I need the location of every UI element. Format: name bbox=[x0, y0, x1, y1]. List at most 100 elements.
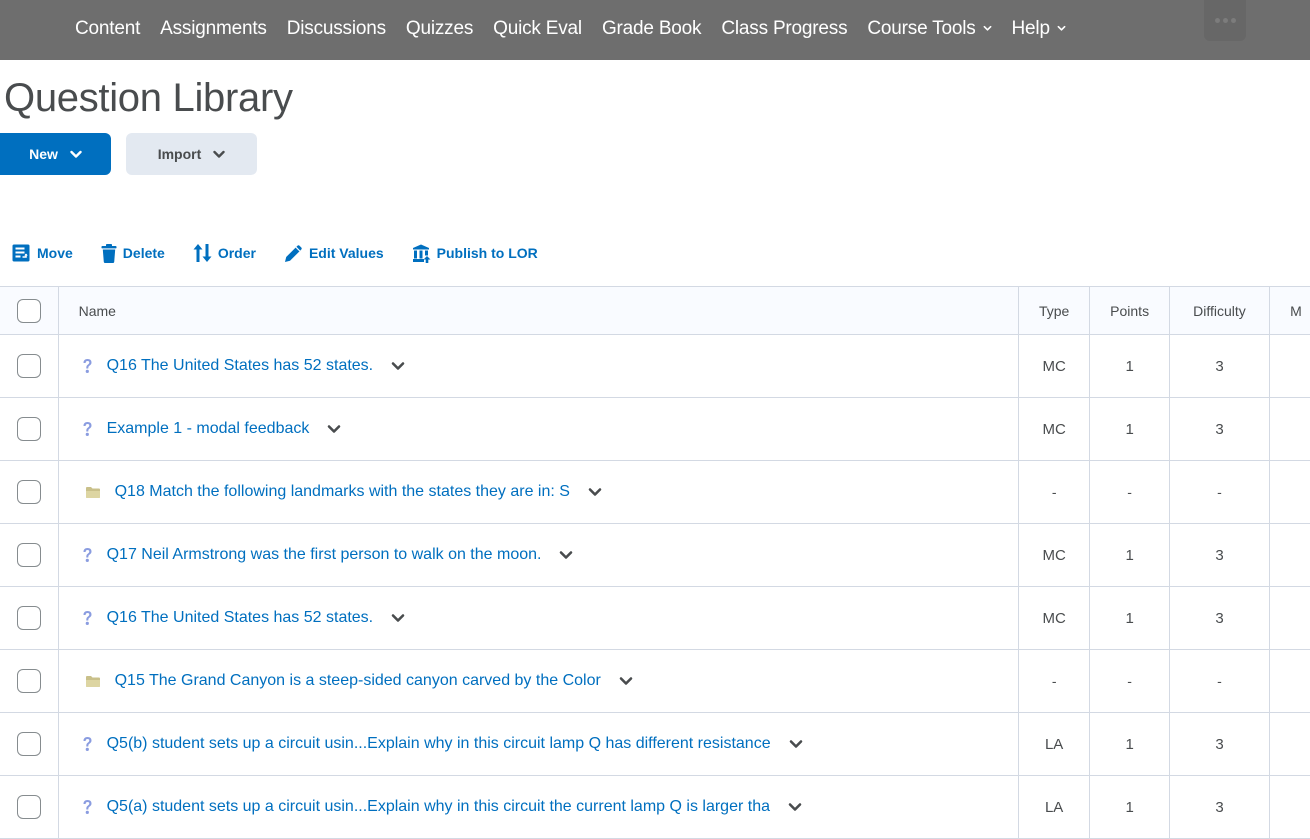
points-cell: 1 bbox=[1090, 335, 1170, 397]
chevron-down-icon[interactable] bbox=[327, 424, 341, 434]
edit-values-button[interactable]: Edit Values bbox=[284, 244, 384, 263]
select-all-checkbox[interactable] bbox=[16, 298, 41, 323]
chevron-down-icon[interactable] bbox=[588, 487, 602, 497]
move-icon bbox=[12, 244, 30, 262]
page-title: Question Library bbox=[4, 76, 293, 120]
row-select-cell bbox=[0, 587, 59, 649]
row-checkbox[interactable] bbox=[16, 354, 41, 378]
sort-arrows-icon bbox=[193, 244, 212, 262]
nav-item-grade-book[interactable]: Grade Book bbox=[601, 17, 702, 40]
more-cell bbox=[1270, 650, 1310, 712]
chevron-down-icon[interactable] bbox=[619, 676, 633, 686]
more-nav-button[interactable] bbox=[1204, 0, 1246, 41]
more-cell bbox=[1270, 398, 1310, 460]
table-body: Q16 The United States has 52 states. MC 1 3… bbox=[0, 335, 1310, 839]
order-button[interactable]: Order bbox=[193, 243, 256, 263]
nav-item-content[interactable]: Content bbox=[75, 18, 140, 40]
table-row: Q5(b) student sets up a circuit usin...E… bbox=[0, 713, 1310, 776]
library-publish-icon bbox=[412, 244, 431, 263]
row-checkbox[interactable] bbox=[16, 417, 41, 441]
points-cell: 1 bbox=[1090, 398, 1170, 460]
import-button[interactable]: Import bbox=[126, 133, 257, 175]
ellipsis-icon bbox=[1214, 18, 1220, 23]
question-link[interactable]: Example 1 - modal feedback bbox=[107, 420, 310, 438]
type-cell: MC bbox=[1019, 587, 1091, 649]
publish-to-lor-button[interactable]: Publish to LOR bbox=[412, 244, 538, 263]
nav-item-label: Discussions bbox=[286, 17, 386, 39]
difficulty-cell: - bbox=[1170, 650, 1271, 712]
column-header-type[interactable]: Type bbox=[1019, 287, 1091, 334]
nav-item-label: Quick Eval bbox=[493, 17, 582, 39]
column-header-difficulty[interactable]: Difficulty bbox=[1170, 287, 1271, 334]
chevron-down-icon[interactable] bbox=[789, 739, 803, 749]
points-cell: - bbox=[1090, 650, 1170, 712]
question-link[interactable]: Q5(b) student sets up a circuit usin...E… bbox=[107, 735, 771, 753]
row-checkbox[interactable] bbox=[16, 795, 41, 819]
question-icon bbox=[81, 547, 95, 563]
question-link[interactable]: Q16 The United States has 52 states. bbox=[107, 357, 374, 375]
delete-label: Delete bbox=[122, 245, 165, 261]
type-cell: - bbox=[1019, 461, 1091, 523]
row-checkbox[interactable] bbox=[16, 480, 41, 504]
row-select-cell bbox=[0, 398, 59, 460]
difficulty-cell: 3 bbox=[1170, 713, 1271, 775]
new-button[interactable]: New bbox=[0, 133, 111, 175]
row-select-cell bbox=[0, 650, 59, 712]
column-header-more[interactable]: M bbox=[1270, 287, 1310, 334]
nav-item-discussions[interactable]: Discussions bbox=[287, 18, 386, 40]
name-cell: Example 1 - modal feedback bbox=[59, 398, 1019, 460]
nav-item-label: Grade Book bbox=[601, 17, 702, 39]
nav-item-assignments[interactable]: Assignments bbox=[160, 18, 267, 40]
question-link[interactable]: Q16 The United States has 52 states. bbox=[107, 609, 374, 627]
more-cell bbox=[1270, 776, 1310, 838]
difficulty-cell: 3 bbox=[1170, 398, 1271, 460]
delete-button[interactable]: Delete bbox=[101, 243, 165, 263]
chevron-down-icon bbox=[70, 150, 82, 158]
nav-item-class-progress[interactable]: Class Progress bbox=[721, 18, 847, 40]
question-link[interactable]: Q17 Neil Armstrong was the first person … bbox=[107, 546, 542, 564]
nav-item-label: Quizzes bbox=[405, 17, 474, 39]
question-link[interactable]: Q15 The Grand Canyon is a steep-sided ca… bbox=[115, 672, 601, 690]
type-cell: - bbox=[1019, 650, 1091, 712]
question-link[interactable]: Q5(a) student sets up a circuit usin...E… bbox=[107, 798, 770, 816]
question-icon bbox=[81, 358, 95, 374]
row-select-cell bbox=[0, 524, 59, 586]
column-header-name[interactable]: Name bbox=[59, 287, 1019, 334]
nav-item-label: Class Progress bbox=[721, 17, 848, 39]
chevron-down-icon[interactable] bbox=[788, 802, 802, 812]
chevron-down-icon bbox=[213, 150, 225, 158]
points-cell: - bbox=[1090, 461, 1170, 523]
move-button[interactable]: Move bbox=[12, 244, 73, 262]
nav-item-help[interactable]: Help bbox=[1012, 18, 1066, 40]
difficulty-cell: 3 bbox=[1170, 587, 1271, 649]
question-icon bbox=[81, 736, 95, 752]
question-link[interactable]: Q18 Match the following landmarks with t… bbox=[115, 483, 570, 501]
folder-icon bbox=[85, 486, 101, 499]
chevron-down-icon[interactable] bbox=[391, 361, 405, 371]
more-cell bbox=[1270, 524, 1310, 586]
nav-item-label: Help bbox=[1011, 17, 1050, 39]
order-label: Order bbox=[217, 245, 256, 261]
chevron-down-icon[interactable] bbox=[391, 613, 405, 623]
type-cell: MC bbox=[1019, 524, 1091, 586]
chevron-down-icon bbox=[1057, 25, 1066, 31]
row-checkbox[interactable] bbox=[16, 669, 41, 693]
nav-item-quick-eval[interactable]: Quick Eval bbox=[493, 18, 582, 40]
name-cell: Q16 The United States has 52 states. bbox=[59, 587, 1019, 649]
nav-item-quizzes[interactable]: Quizzes bbox=[406, 18, 473, 40]
course-navbar: Content Assignments Discussions Quizzes Quic… bbox=[0, 0, 1310, 60]
chevron-down-icon[interactable] bbox=[559, 550, 573, 560]
table-header-row: Name Type Points Difficulty M bbox=[0, 287, 1310, 335]
nav-item-label: Content bbox=[75, 17, 141, 39]
pencil-icon bbox=[284, 244, 302, 262]
row-checkbox[interactable] bbox=[16, 606, 41, 630]
row-select-cell bbox=[0, 461, 59, 523]
ellipsis-icon bbox=[1222, 18, 1228, 23]
more-cell bbox=[1270, 461, 1310, 523]
row-checkbox[interactable] bbox=[16, 732, 41, 756]
table-row: Q17 Neil Armstrong was the first person … bbox=[0, 524, 1310, 587]
row-checkbox[interactable] bbox=[16, 543, 41, 567]
difficulty-cell: - bbox=[1170, 461, 1271, 523]
nav-item-course-tools[interactable]: Course Tools bbox=[867, 18, 991, 40]
column-header-points[interactable]: Points bbox=[1090, 287, 1170, 334]
